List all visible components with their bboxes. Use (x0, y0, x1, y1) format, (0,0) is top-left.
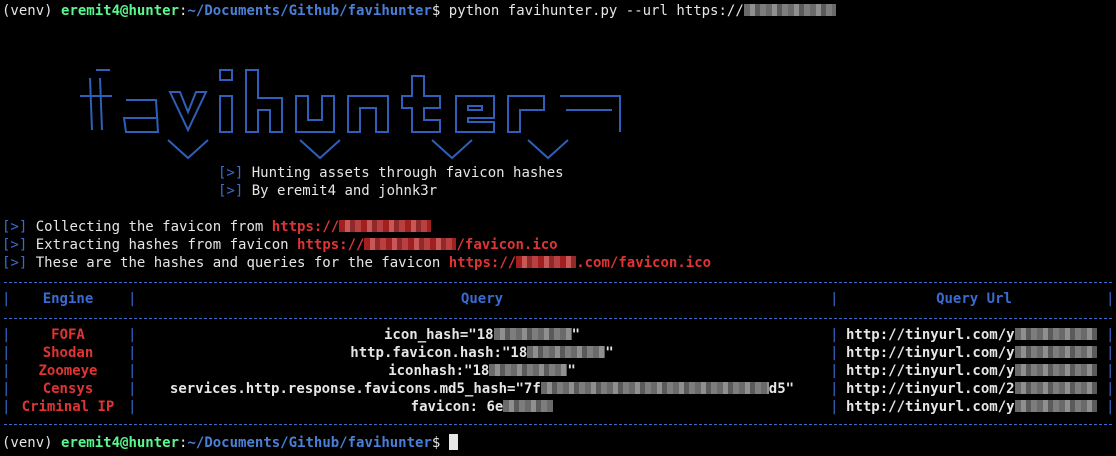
table-separator: | | | | | (830, 327, 839, 415)
query-suffix: d5" (768, 381, 795, 397)
table-separator: | (2, 291, 11, 307)
venv-label: (venv) (2, 435, 62, 451)
favihunter-logo (80, 69, 621, 160)
query-cell: iconhash:"18 " (134, 362, 830, 380)
table-separator: | (1106, 291, 1115, 307)
status-text: Extracting hashes from favicon (35, 237, 298, 253)
table-border-bottom (4, 424, 1112, 425)
redacted-domain (516, 256, 577, 268)
engine-censys: Censys (42, 381, 94, 397)
tagline-text: Hunting assets through favicon hashes (251, 165, 564, 181)
user-host: eremit4@hunter (61, 435, 180, 451)
cwd-path: ~/Documents/Github/favihunter (187, 435, 432, 451)
table-border-header (4, 318, 1112, 319)
query-url-link[interactable]: http://tinyurl.com/y (846, 344, 1097, 362)
query-text: iconhash:"18 (388, 363, 490, 379)
redacted-domain (339, 220, 432, 232)
tagline-2: [>] By eremit4 and johnk3r (218, 182, 437, 200)
redacted-url (1014, 328, 1097, 340)
engine-shodan: Shodan (42, 345, 94, 361)
table-separator: | (830, 291, 839, 307)
terminal-window[interactable]: (venv) eremit4@hunter:~/Documents/Github… (0, 0, 1116, 456)
tagline-bracket: [>] (218, 183, 244, 199)
query-cell: services.http.response.favicons.md5_hash… (134, 380, 830, 398)
redacted-hash (503, 400, 554, 412)
status-bracket: [>] (2, 237, 28, 253)
query-text: icon_hash="18 (383, 327, 494, 343)
query-url-link[interactable]: http://tinyurl.com/y (846, 362, 1097, 380)
tagline-1: [>] Hunting assets through favicon hashe… (218, 164, 564, 182)
query-suffix: " (571, 327, 580, 343)
header-query: Query (460, 291, 504, 307)
target-url-suffix: .com/favicon.ico (576, 255, 712, 271)
query-url-link[interactable]: http://tinyurl.com/y (846, 326, 1097, 344)
text-cursor (448, 434, 458, 450)
query-text: services.http.response.favicons.md5_hash… (169, 381, 541, 397)
url-text: http://tinyurl.com/y (846, 327, 1015, 343)
url-text: http://tinyurl.com/2 (846, 381, 1015, 397)
redacted-url (1014, 346, 1097, 358)
query-cell: favicon: 6e (134, 398, 830, 416)
table-border-top (4, 282, 1112, 283)
url-text: http://tinyurl.com/y (846, 345, 1015, 361)
table-separator: | | | | | (1106, 327, 1115, 415)
table-separator: | (128, 291, 137, 307)
prompt-line[interactable]: (venv) eremit4@hunter:~/Documents/Github… (2, 434, 458, 452)
url-text: http://tinyurl.com/y (846, 399, 1015, 415)
header-query-url: Query Url (936, 291, 1012, 307)
engine-zoomeye: Zoomeye (38, 363, 98, 379)
status-text: Collecting the favicon from (35, 219, 272, 235)
target-url: https:// (271, 219, 340, 235)
redacted-url (1014, 364, 1097, 376)
query-suffix: " (567, 363, 576, 379)
engine-fofa: FOFA (51, 327, 85, 343)
target-url: https:// (297, 237, 365, 253)
query-cell: http.favicon.hash:"18 " (134, 344, 830, 362)
query-url-link[interactable]: http://tinyurl.com/y (846, 398, 1097, 416)
status-message-collect: [>] Collecting the favicon from https:// (2, 218, 432, 236)
tagline-text: By eremit4 and johnk3r (251, 183, 438, 199)
tagline-bracket: [>] (218, 165, 244, 181)
url-text: http://tinyurl.com/y (846, 363, 1015, 379)
prompt-dollar: $ (431, 435, 449, 451)
status-message-hashes: [>] These are the hashes and queries for… (2, 254, 711, 272)
redacted-url (1014, 400, 1097, 412)
redacted-url (1014, 382, 1097, 394)
header-engine: Engine (42, 291, 94, 307)
status-text: These are the hashes and queries for the… (35, 255, 449, 271)
redacted-hash (540, 382, 769, 394)
status-bracket: [>] (2, 255, 28, 271)
engine-criminal-ip: Criminal IP (21, 399, 115, 415)
query-url-link[interactable]: http://tinyurl.com/2 (846, 380, 1097, 398)
redacted-hash (489, 364, 568, 376)
target-url: https:// (448, 255, 517, 271)
query-text: favicon: 6e (410, 399, 504, 415)
status-message-extract: [>] Extracting hashes from favicon https… (2, 236, 558, 254)
query-cell: icon_hash="18 " (134, 326, 830, 344)
status-bracket: [>] (2, 219, 28, 235)
target-url-suffix: /favicon.ico (456, 237, 558, 253)
redacted-hash (527, 346, 606, 358)
redacted-hash (493, 328, 572, 340)
query-suffix: " (605, 345, 614, 361)
redacted-domain (364, 238, 457, 250)
query-text: http.favicon.hash:"18 (350, 345, 528, 361)
